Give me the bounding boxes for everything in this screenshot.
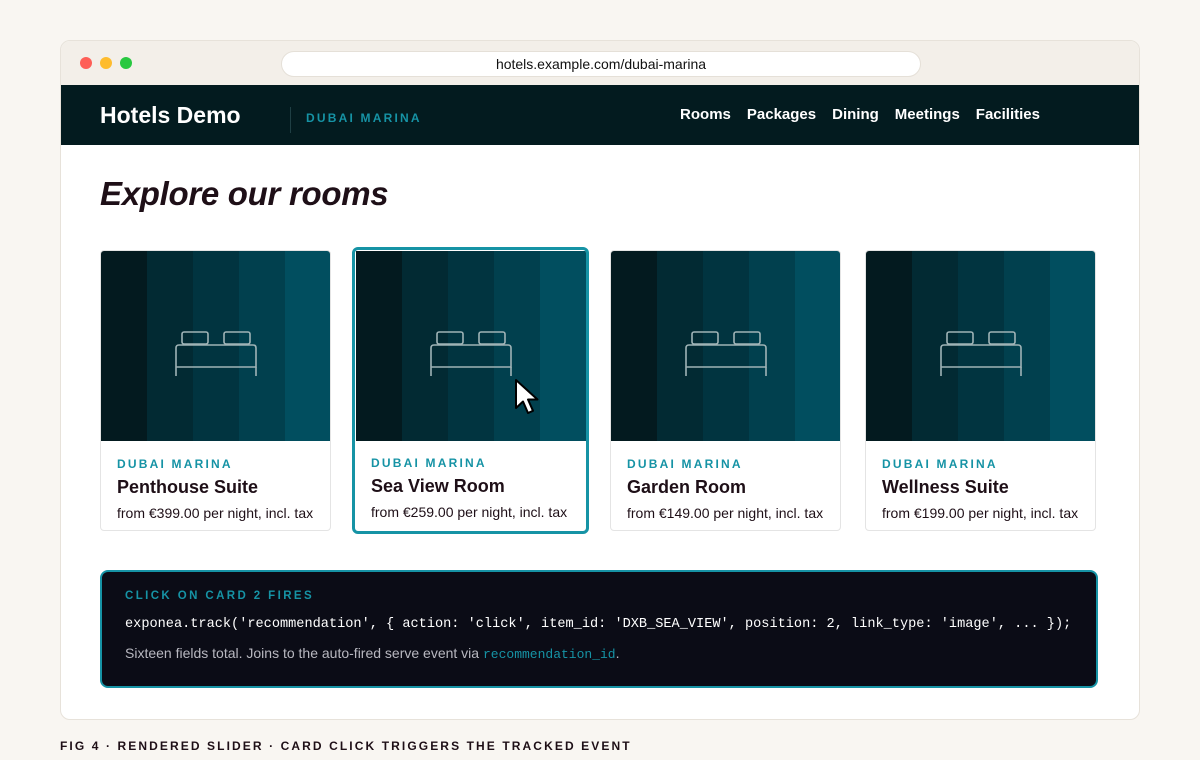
- room-card-title[interactable]: Sea View Room: [371, 476, 567, 497]
- image-stripe: [101, 251, 147, 441]
- site-navbar: Hotels Demo DUBAI MARINA Rooms Packages …: [61, 85, 1139, 145]
- event-note-suffix: .: [615, 645, 620, 661]
- nav-location-label: DUBAI MARINA: [306, 111, 422, 125]
- event-note-text: Sixteen fields total. Joins to the auto-…: [125, 645, 483, 661]
- room-card-body: DUBAI MARINA Penthouse Suite from €399.0…: [117, 457, 313, 521]
- figure-caption: FIG 4 · RENDERED SLIDER · CARD CLICK TRI…: [60, 739, 632, 753]
- nav-link-facilities[interactable]: Facilities: [976, 82, 1040, 148]
- mouse-cursor-icon: [515, 379, 539, 414]
- room-card-image[interactable]: [356, 251, 586, 441]
- nav-link-rooms[interactable]: Rooms: [680, 82, 731, 148]
- bed-icon: [685, 331, 767, 376]
- room-card-price: from €199.00 per night, incl. tax: [882, 505, 1079, 521]
- room-card-price: from €149.00 per night, incl. tax: [627, 505, 824, 521]
- image-stripe: [1050, 251, 1095, 441]
- room-card-location: DUBAI MARINA: [117, 457, 233, 471]
- bed-icon: [175, 331, 257, 376]
- bed-icon: [430, 331, 512, 376]
- bed-icon: [940, 331, 1022, 376]
- room-card-title[interactable]: Penthouse Suite: [117, 477, 313, 498]
- room-card-body: DUBAI MARINA Wellness Suite from €199.00…: [882, 457, 1078, 521]
- room-card-location: DUBAI MARINA: [627, 457, 743, 471]
- browser-window: hotels.example.com/dubai-marina Hotels D…: [60, 40, 1140, 720]
- room-card-image[interactable]: [611, 251, 840, 441]
- room-card-price: from €399.00 per night, incl. tax: [117, 505, 314, 521]
- room-card-sea-view-room[interactable]: DUBAI MARINA Sea View Room from €259.00 …: [352, 247, 589, 534]
- nav-divider: [290, 107, 291, 133]
- event-code-snippet: exponea.track('recommendation', { action…: [125, 617, 1072, 632]
- room-card-penthouse-suite[interactable]: DUBAI MARINA Penthouse Suite from €399.0…: [100, 250, 331, 531]
- room-card-location: DUBAI MARINA: [882, 457, 998, 471]
- room-card-image[interactable]: [866, 251, 1095, 441]
- room-card-price: from €259.00 per night, incl. tax: [371, 504, 568, 520]
- room-card-body: DUBAI MARINA Sea View Room from €259.00 …: [371, 456, 567, 520]
- room-card-garden-room[interactable]: DUBAI MARINA Garden Room from €149.00 pe…: [610, 250, 841, 531]
- room-card-image[interactable]: [101, 251, 330, 441]
- address-bar[interactable]: hotels.example.com/dubai-marina: [281, 51, 921, 77]
- site-brand[interactable]: Hotels Demo: [100, 85, 241, 145]
- image-stripe: [356, 251, 402, 441]
- event-panel-label: CLICK ON CARD 2 FIRES: [125, 590, 315, 602]
- image-stripe: [795, 251, 840, 441]
- image-stripe: [866, 251, 912, 441]
- room-card-location: DUBAI MARINA: [371, 456, 487, 470]
- image-stripe: [611, 251, 657, 441]
- image-stripe: [285, 251, 330, 441]
- image-stripe: [540, 251, 586, 441]
- minimize-window-button[interactable]: [100, 57, 112, 69]
- room-card-title[interactable]: Garden Room: [627, 477, 823, 498]
- event-note-field: recommendation_id: [482, 647, 616, 662]
- room-card-title[interactable]: Wellness Suite: [882, 477, 1078, 498]
- page-heading: Explore our rooms: [100, 175, 389, 212]
- maximize-window-button[interactable]: [120, 57, 132, 69]
- tracked-event-panel: CLICK ON CARD 2 FIRES exponea.track('rec…: [100, 570, 1098, 688]
- room-card-wellness-suite[interactable]: DUBAI MARINA Wellness Suite from €199.00…: [865, 250, 1096, 531]
- nav-links: Rooms Packages Dining Meetings Facilitie…: [680, 85, 1040, 145]
- nav-link-packages[interactable]: Packages: [747, 82, 816, 148]
- nav-link-meetings[interactable]: Meetings: [895, 82, 960, 148]
- nav-link-dining[interactable]: Dining: [832, 82, 879, 148]
- room-card-body: DUBAI MARINA Garden Room from €149.00 pe…: [627, 457, 823, 521]
- event-note: Sixteen fields total. Joins to the auto-…: [125, 645, 620, 662]
- browser-chrome: hotels.example.com/dubai-marina: [61, 41, 1139, 85]
- close-window-button[interactable]: [80, 57, 92, 69]
